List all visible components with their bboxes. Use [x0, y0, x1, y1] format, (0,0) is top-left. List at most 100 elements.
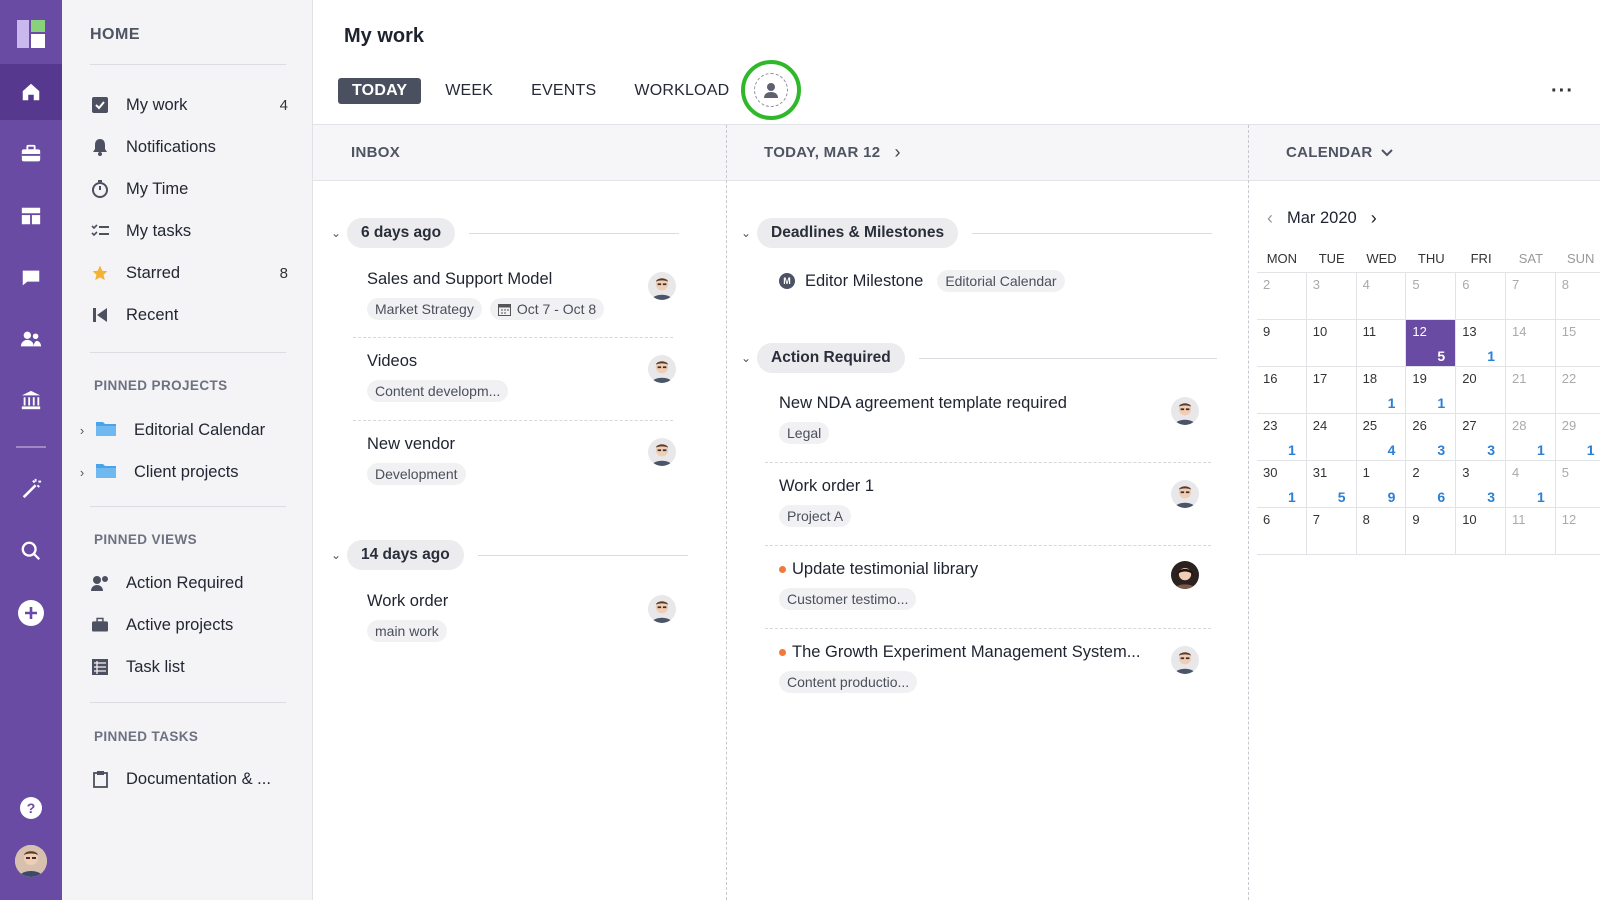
calendar-day[interactable]: 41 [1506, 461, 1556, 508]
calendar-day[interactable]: 8 [1555, 273, 1600, 320]
calendar-day[interactable]: 8 [1356, 508, 1407, 555]
calendar-day[interactable]: 2 [1257, 273, 1307, 320]
pinned-view-active-projects[interactable]: Active projects [90, 608, 288, 642]
rail-accounts[interactable] [0, 372, 62, 428]
sidebar-item-my-tasks[interactable]: My tasks [90, 214, 288, 248]
calendar-day[interactable]: 11 [1356, 320, 1407, 367]
calendar-day[interactable]: 6 [1456, 273, 1506, 320]
chevron-right-icon[interactable]: › [894, 142, 900, 163]
calendar-day[interactable]: 23 1 [1257, 414, 1307, 461]
calendar-day[interactable]: 27 3 [1456, 414, 1506, 461]
calendar-day[interactable]: 19 [1356, 461, 1407, 508]
chevron-down-icon[interactable]: ⌄ [331, 548, 347, 562]
calendar-day[interactable]: 21 [1506, 367, 1556, 414]
pinned-project-client-projects[interactable]: › Client projects [76, 455, 288, 489]
assignee-avatar[interactable] [1171, 480, 1199, 508]
assignee-avatar[interactable] [1171, 561, 1199, 589]
chevron-down-icon[interactable]: ⌄ [741, 226, 757, 240]
chevron-right-icon[interactable]: › [76, 465, 88, 480]
calendar-day[interactable]: 10 [1306, 320, 1357, 367]
assignee-avatar[interactable] [648, 272, 676, 300]
calendar-day[interactable]: 12 5 [1406, 320, 1457, 367]
calendar-day[interactable]: 19 1 [1406, 367, 1457, 414]
assignee-avatar[interactable] [648, 355, 676, 383]
pinned-task-documentation[interactable]: Documentation & ... [90, 762, 288, 796]
task-item[interactable]: Work order 1 Project A [779, 477, 874, 527]
chevron-right-icon[interactable]: › [76, 423, 88, 438]
chevron-down-icon[interactable]: ⌄ [741, 351, 757, 365]
logo-icon[interactable] [17, 20, 45, 48]
more-options-button[interactable]: ··· [1551, 80, 1574, 103]
assignee-avatar[interactable] [1171, 646, 1199, 674]
calendar-day[interactable]: 31 5 [1306, 461, 1357, 508]
calendar-day[interactable]: 18 1 [1356, 367, 1407, 414]
pinned-view-task-list[interactable]: Task list [90, 650, 288, 684]
pinned-view-action-required[interactable]: Action Required [90, 566, 288, 600]
calendar-day[interactable]: 16 [1257, 367, 1307, 414]
tab-workload[interactable]: WORKLOAD [620, 78, 743, 104]
rail-help[interactable]: ? [0, 780, 62, 836]
calendar-title[interactable]: CALENDAR [1286, 144, 1373, 161]
sidebar-item-my-time[interactable]: My Time [90, 172, 288, 206]
rail-stream[interactable] [0, 250, 62, 306]
sidebar-item-starred[interactable]: Starred 8 [90, 256, 288, 290]
milestone-item[interactable]: M Editor Milestone Editorial Calendar [779, 270, 1073, 292]
pinned-project-editorial-calendar[interactable]: › Editorial Calendar [76, 413, 288, 447]
calendar-day[interactable]: 24 [1306, 414, 1357, 461]
sidebar-item-recent[interactable]: Recent [90, 298, 288, 332]
calendar-day[interactable]: 20 [1456, 367, 1506, 414]
calendar-day[interactable]: 14 [1506, 320, 1556, 367]
calendar-day[interactable]: 4 [1356, 273, 1407, 320]
rail-projects[interactable] [0, 126, 62, 182]
task-item[interactable]: Work order main work [367, 592, 455, 642]
tab-today[interactable]: TODAY [338, 78, 422, 104]
task-item[interactable]: Videos Content developm... [367, 352, 516, 402]
calendar-day[interactable]: 13 1 [1456, 320, 1506, 367]
calendar-day[interactable]: 7 [1506, 273, 1556, 320]
rail-home[interactable] [0, 64, 62, 120]
calendar-day[interactable]: 28 1 [1506, 414, 1556, 461]
tab-week[interactable]: WEEK [431, 78, 507, 104]
calendar-day[interactable]: 12 [1555, 508, 1600, 555]
calendar-day[interactable]: 22 [1555, 367, 1600, 414]
calendar-day[interactable]: 26 3 [1406, 414, 1457, 461]
calendar-day[interactable]: 5 [1406, 273, 1457, 320]
chevron-down-icon[interactable] [1380, 148, 1393, 157]
calendar-day[interactable]: 11 [1506, 508, 1556, 555]
calendar-day[interactable]: 10 [1456, 508, 1506, 555]
current-user-avatar[interactable] [15, 845, 47, 877]
calendar-day[interactable]: 15 [1555, 320, 1600, 367]
assignee-avatar[interactable] [1171, 397, 1199, 425]
calendar-day[interactable]: 26 [1406, 461, 1457, 508]
task-item[interactable]: Sales and Support Model Market Strategy … [367, 270, 612, 320]
chevron-right-icon[interactable]: › [1371, 208, 1377, 229]
calendar-day[interactable]: 30 1 [1257, 461, 1307, 508]
calendar-day[interactable]: 3 [1306, 273, 1357, 320]
chevron-down-icon[interactable]: ⌄ [331, 226, 347, 240]
calendar-day[interactable]: 9 [1257, 320, 1307, 367]
calendar-day[interactable]: 33 [1456, 461, 1506, 508]
rail-team[interactable] [0, 311, 62, 367]
tab-events[interactable]: EVENTS [517, 78, 610, 104]
task-item[interactable]: New NDA agreement template required Lega… [779, 394, 1067, 444]
assignee-avatar[interactable] [648, 595, 676, 623]
calendar-day[interactable]: 25 4 [1356, 414, 1407, 461]
calendar-day[interactable]: 29 1 [1555, 414, 1600, 461]
calendar-day[interactable]: 17 [1306, 367, 1357, 414]
user-filter-button[interactable] [741, 60, 801, 120]
rail-search[interactable] [0, 523, 62, 579]
rail-create[interactable] [0, 585, 62, 641]
assignee-avatar[interactable] [648, 438, 676, 466]
rail-automation[interactable] [0, 460, 62, 516]
calendar-day[interactable]: 9 [1406, 508, 1457, 555]
sidebar-item-my-work[interactable]: My work 4 [90, 88, 288, 122]
calendar-day[interactable]: 7 [1306, 508, 1357, 555]
calendar-day[interactable]: 5 [1555, 461, 1600, 508]
calendar-day[interactable]: 6 [1257, 508, 1307, 555]
sidebar-item-notifications[interactable]: Notifications [90, 130, 288, 164]
rail-dashboards[interactable] [0, 188, 62, 244]
task-item[interactable]: New vendor Development [367, 435, 474, 485]
task-item[interactable]: Update testimonial library Customer test… [779, 560, 978, 610]
chevron-left-icon[interactable]: ‹ [1267, 208, 1273, 229]
task-item[interactable]: The Growth Experiment Management System.… [779, 643, 1140, 693]
